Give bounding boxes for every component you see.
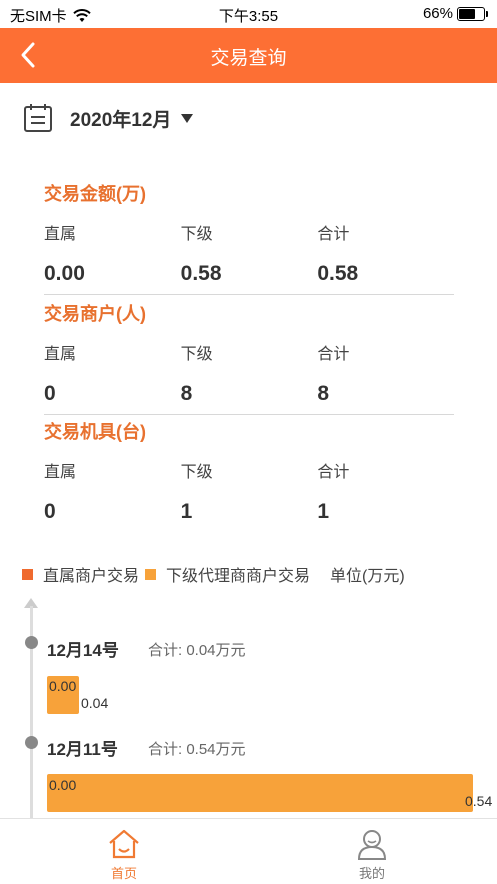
timeline-total: 合计: 0.54万元 <box>148 741 246 758</box>
tab-label: 我的 <box>358 866 385 881</box>
label-total: 合计 <box>317 464 350 481</box>
label-direct: 直属 <box>44 226 77 243</box>
value-direct: 0 <box>44 500 56 523</box>
timeline-day: 12月14号 <box>47 641 119 660</box>
section-title: 交易金额(万) <box>44 184 146 204</box>
legend-sub-swatch <box>145 568 157 580</box>
label-total: 合计 <box>317 346 350 363</box>
section-title: 交易机具(台) <box>44 422 146 442</box>
battery-fill <box>459 8 475 19</box>
section-devices: 交易机具(台) 直属 下级 合计 0 1 1 <box>44 418 454 524</box>
divider <box>44 294 454 295</box>
bar-sub <box>47 774 473 812</box>
legend-unit: 单位(万元) <box>330 568 405 585</box>
battery-percent: 66% <box>422 5 453 22</box>
page-title: 交易查询 <box>210 48 287 69</box>
chart-legend: 直属商户交易 下级代理商商户交易 单位(万元) <box>22 562 405 586</box>
divider <box>44 414 454 415</box>
user-icon <box>357 830 387 860</box>
section-title: 交易商户(人) <box>44 304 146 324</box>
section-merchants: 交易商户(人) 直属 下级 合计 0 8 8 <box>44 300 454 415</box>
label-direct: 直属 <box>44 346 77 363</box>
bar-direct-label: 0.00 <box>49 678 77 694</box>
label-sub: 下级 <box>180 346 213 363</box>
status-bar: 无SIM卡 下午3:55 66% <box>0 0 497 28</box>
caret-down-icon <box>181 113 194 123</box>
timeline-dot <box>25 636 38 649</box>
value-sub: 1 <box>180 500 193 523</box>
value-total: 8 <box>317 382 330 405</box>
timeline-total: 合计: 0.04万元 <box>148 642 246 659</box>
label-total: 合计 <box>317 226 350 243</box>
date-value: 2020年12月 <box>70 109 172 131</box>
value-direct: 0.00 <box>44 262 85 285</box>
legend-direct-swatch <box>22 568 33 580</box>
home-icon <box>109 829 139 859</box>
value-sub: 8 <box>180 382 193 405</box>
bar-direct-label: 0.00 <box>49 777 77 793</box>
calendar-icon <box>24 104 52 132</box>
value-direct: 0 <box>44 382 56 405</box>
tab-label: 首页 <box>110 866 137 881</box>
date-filter[interactable]: 2020年12月 <box>22 100 194 136</box>
tab-bar: 首页 我的 <box>0 818 497 884</box>
legend-direct-label: 直属商户交易 <box>43 568 140 585</box>
timeline-day: 12月11号 <box>47 740 118 759</box>
value-total: 0.58 <box>317 262 359 285</box>
value-total: 1 <box>317 500 330 523</box>
value-sub: 0.58 <box>180 262 222 285</box>
tab-mine[interactable]: 我的 <box>248 819 496 884</box>
battery-icon <box>457 6 488 21</box>
section-amount: 交易金额(万) 直属 下级 合计 0.00 0.58 0.58 <box>44 180 454 295</box>
label-sub: 下级 <box>180 464 213 481</box>
label-sub: 下级 <box>180 226 213 243</box>
bar-sub-label: 0.54 <box>465 793 493 809</box>
legend-sub-label: 下级代理商商户交易 <box>166 568 311 585</box>
timeline-dot <box>25 736 38 749</box>
label-direct: 直属 <box>44 464 77 481</box>
bar-sub-label: 0.04 <box>81 695 109 711</box>
tab-home[interactable]: 首页 <box>0 819 248 884</box>
nav-bar: 交易查询 <box>0 28 497 83</box>
